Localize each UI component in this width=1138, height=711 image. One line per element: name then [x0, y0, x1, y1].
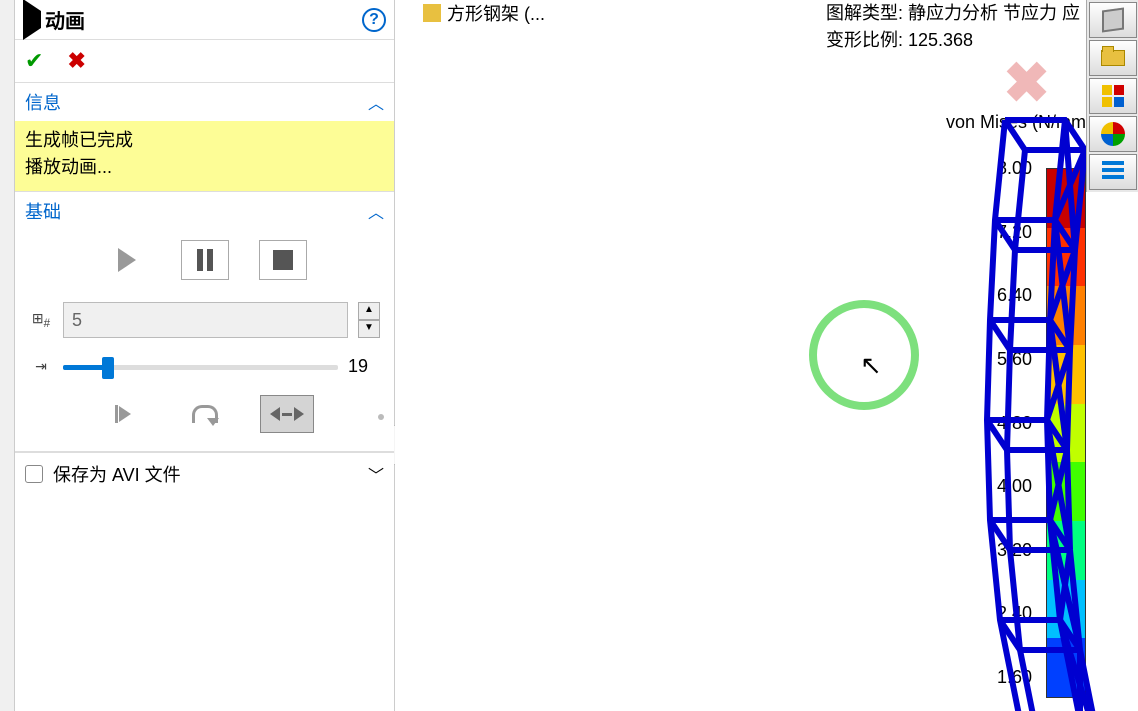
speed-icon: ⇥: [29, 358, 53, 375]
basic-section: 基础 ︿ ⊞# ▲ ▼: [15, 192, 394, 452]
info-line1: 生成帧已完成: [25, 127, 384, 154]
reciprocate-button[interactable]: [260, 395, 314, 433]
click-highlight-ring: [809, 300, 919, 410]
bidir-icon: [270, 407, 304, 421]
chevron-up-icon: ︿: [368, 90, 384, 114]
frame-count-input[interactable]: [63, 302, 348, 338]
tree-item-label: 方形钢架 (...: [447, 0, 545, 26]
plot-info: 图解类型: 静应力分析 节应力 应 变形比例: 125.368: [826, 0, 1080, 54]
info-line2: 播放动画...: [25, 154, 384, 181]
chevron-down-icon: ﹀: [368, 462, 384, 486]
save-avi-checkbox[interactable]: [25, 465, 43, 483]
speed-row: ⇥ 19: [29, 356, 380, 377]
play-once-button[interactable]: [96, 395, 150, 433]
cancel-button[interactable]: ✖: [67, 48, 85, 74]
playback-controls: [29, 240, 380, 280]
panel-title: 动画: [45, 5, 362, 34]
spin-up-icon[interactable]: ▲: [358, 302, 380, 320]
info-section: 信息 ︿ 生成帧已完成 播放动画...: [15, 83, 394, 192]
color-ball-icon: [1101, 122, 1125, 146]
left-margin: [0, 0, 15, 711]
panel-header: 动画 ?: [15, 0, 394, 40]
slider-thumb[interactable]: [102, 357, 114, 379]
animation-panel: 动画 ? ✔ ✖ 信息 ︿ 生成帧已完成 播放动画... 基础 ︿: [15, 0, 395, 711]
feature-tree-item[interactable]: 方形钢架 (...: [423, 0, 545, 26]
loop-button[interactable]: [178, 395, 232, 433]
info-title: 信息: [25, 89, 368, 115]
speed-slider[interactable]: [63, 357, 338, 377]
speed-value: 19: [348, 356, 380, 377]
play-button[interactable]: [103, 240, 151, 280]
loop-mode-row: [29, 395, 380, 433]
right-toolbar: [1086, 0, 1138, 192]
plot-type-line: 图解类型: 静应力分析 节应力 应: [826, 0, 1080, 27]
stop-button[interactable]: [259, 240, 307, 280]
grid-icon: [1102, 85, 1124, 107]
tool-list-button[interactable]: [1089, 154, 1137, 190]
cube-icon: [1102, 7, 1124, 32]
pause-button[interactable]: [181, 240, 229, 280]
cursor-icon: ↖: [860, 350, 882, 381]
list-icon: [1102, 161, 1124, 183]
tool-layout-button[interactable]: [1089, 78, 1137, 114]
basic-header[interactable]: 基础 ︿: [15, 192, 394, 230]
part-icon: [423, 4, 441, 22]
confirm-row: ✔ ✖: [15, 40, 394, 83]
basic-title: 基础: [25, 198, 368, 224]
model-render: [935, 110, 1135, 711]
chevron-up-icon: ︿: [368, 199, 384, 223]
tool-open-button[interactable]: [1089, 40, 1137, 76]
spin-down-icon[interactable]: ▼: [358, 320, 380, 338]
tool-part-button[interactable]: [1089, 2, 1137, 38]
info-body: 生成帧已完成 播放动画...: [15, 121, 394, 191]
play-forward-icon: [115, 405, 131, 423]
info-header[interactable]: 信息 ︿: [15, 83, 394, 121]
folder-icon: [1101, 50, 1125, 66]
loop-icon: [192, 405, 218, 423]
ok-button[interactable]: ✔: [25, 48, 43, 74]
save-avi-label: 保存为 AVI 文件: [53, 461, 368, 487]
indicator-dot: [378, 414, 384, 420]
frames-icon: ⊞#: [29, 310, 53, 330]
graphics-viewport[interactable]: 方形钢架 (... 图解类型: 静应力分析 节应力 应 变形比例: 125.36…: [395, 0, 1138, 711]
help-button[interactable]: ?: [362, 8, 386, 32]
frame-count-row: ⊞# ▲ ▼: [29, 302, 380, 338]
close-plot-button[interactable]: ✖: [1003, 50, 1050, 116]
play-icon: [23, 11, 41, 29]
tool-appearance-button[interactable]: [1089, 116, 1137, 152]
frame-spinner[interactable]: ▲ ▼: [358, 302, 380, 338]
save-avi-row[interactable]: 保存为 AVI 文件 ﹀: [15, 452, 394, 495]
